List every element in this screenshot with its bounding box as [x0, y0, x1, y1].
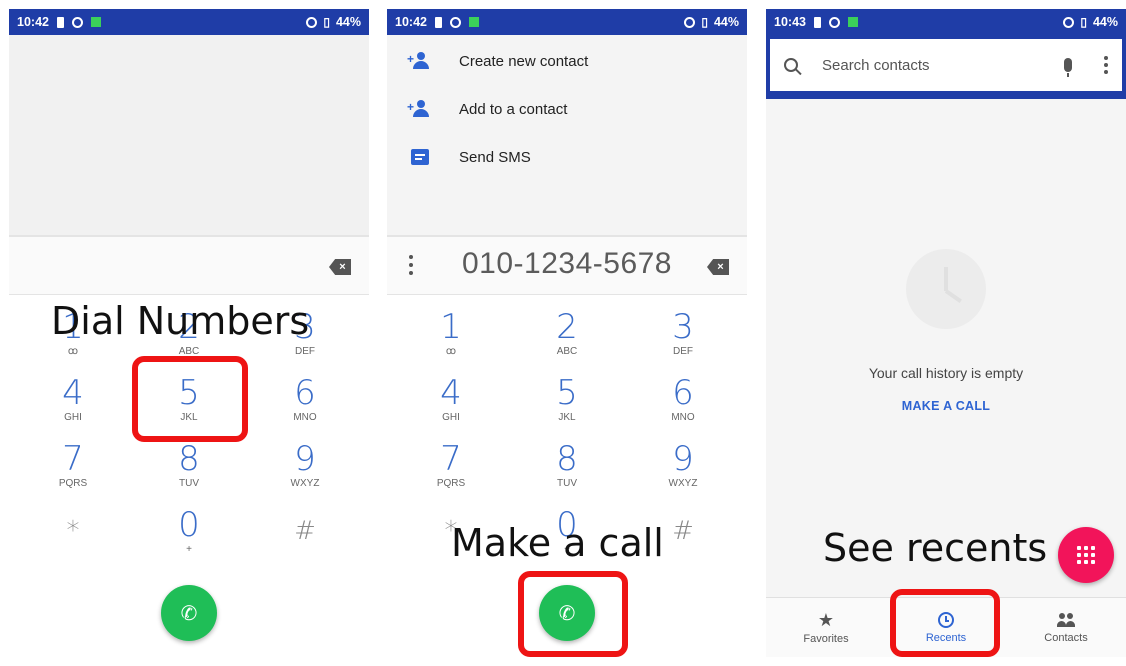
- battery-level: 44%: [713, 15, 739, 29]
- digits-row: 010-1234-5678 ×: [387, 235, 747, 295]
- search-input[interactable]: [822, 56, 1064, 74]
- key-4[interactable]: 4 GHI: [401, 375, 501, 435]
- notification-icon: [847, 17, 858, 27]
- key-4[interactable]: 4 GHI: [23, 375, 123, 435]
- battery-level: 44%: [1092, 15, 1118, 29]
- sync-icon: [71, 16, 83, 28]
- digits-row: ×: [9, 235, 369, 295]
- key-star[interactable]: *: [23, 513, 123, 573]
- status-time: 10:43: [774, 15, 806, 29]
- nav-contacts[interactable]: Contacts: [1006, 598, 1126, 657]
- key-7[interactable]: 7 PQRS: [23, 441, 123, 501]
- more-icon[interactable]: [1104, 56, 1108, 74]
- highlight-box: [518, 571, 628, 657]
- key-9[interactable]: 9 WXYZ: [255, 441, 355, 501]
- battery-icon: ▯: [701, 15, 708, 29]
- nav-favorites[interactable]: ★ Favorites: [766, 598, 886, 657]
- person-add-icon: +: [407, 100, 431, 118]
- sim-icon: [813, 16, 821, 28]
- status-bar: 10:42 ▯ 44%: [387, 9, 747, 35]
- status-time: 10:42: [395, 15, 427, 29]
- wifi-icon: [684, 16, 696, 28]
- key-3[interactable]: 3 DEF: [633, 309, 733, 369]
- key-1[interactable]: 1ꝏ: [401, 309, 501, 369]
- menu-add-to-contact[interactable]: + Add to a contact: [387, 85, 747, 133]
- wifi-icon: [306, 16, 318, 28]
- key-hash[interactable]: #: [255, 513, 355, 573]
- status-bar: 10:43 ▯ 44%: [766, 9, 1126, 35]
- people-icon: [1056, 612, 1076, 628]
- suggestion-area: [9, 35, 369, 235]
- key-6[interactable]: 6 MNO: [255, 375, 355, 435]
- wifi-icon: [1063, 16, 1075, 28]
- key-8[interactable]: 8 TUV: [517, 441, 617, 501]
- key-0[interactable]: 0 +: [139, 507, 239, 567]
- battery-level: 44%: [335, 15, 361, 29]
- clock-icon: [906, 249, 986, 329]
- key-8[interactable]: 8 TUV: [139, 441, 239, 501]
- key-5[interactable]: 5 JKL: [517, 375, 617, 435]
- recents-list: Your call history is empty MAKE A CALL: [766, 99, 1126, 597]
- battery-icon: ▯: [323, 15, 330, 29]
- battery-icon: ▯: [1080, 15, 1087, 29]
- overlay-caption: Make a call: [451, 521, 664, 565]
- overlay-caption: See recents: [823, 526, 1048, 570]
- sim-icon: [434, 16, 442, 28]
- search-icon[interactable]: [784, 58, 798, 72]
- key-2[interactable]: 2 ABC: [517, 309, 617, 369]
- star-icon: ★: [817, 609, 835, 630]
- phone-dialer-empty: 10:42 ▯ 44% × 1ꝏ 2 ABC 3 DEF 4 GHI 5 JKL 6 MN…: [9, 9, 369, 657]
- status-bar: 10:42 ▯ 44%: [9, 9, 369, 35]
- mic-icon[interactable]: [1064, 58, 1072, 77]
- divider: [9, 294, 369, 295]
- phone-recents: 10:43 ▯ 44% Your call history is empty: [766, 9, 1126, 657]
- notification-icon: [90, 17, 101, 27]
- call-button[interactable]: ✆: [161, 585, 217, 641]
- backspace-icon[interactable]: ×: [329, 259, 351, 275]
- empty-state-text: Your call history is empty: [868, 365, 1024, 381]
- search-container: [766, 35, 1126, 99]
- sync-icon: [449, 16, 461, 28]
- divider: [387, 294, 747, 295]
- phone-icon: ✆: [180, 602, 198, 625]
- notification-icon: [468, 17, 479, 27]
- overlay-caption: Dial Numbers: [51, 299, 310, 343]
- person-add-icon: +: [407, 52, 431, 70]
- sync-icon: [828, 16, 840, 28]
- sms-icon: [411, 149, 429, 165]
- key-6[interactable]: 6 MNO: [633, 375, 733, 435]
- make-call-link[interactable]: MAKE A CALL: [766, 399, 1126, 413]
- highlight-box: [132, 356, 248, 442]
- menu-send-sms[interactable]: Send SMS: [387, 133, 747, 181]
- number-display[interactable]: 010-1234-5678: [387, 247, 747, 281]
- status-time: 10:42: [17, 15, 49, 29]
- menu-create-contact[interactable]: + Create new contact: [387, 37, 747, 85]
- sim-icon: [56, 16, 64, 28]
- voicemail-icon: ꝏ: [445, 346, 457, 357]
- highlight-box: [890, 589, 1000, 657]
- dialpad-icon[interactable]: [1058, 527, 1114, 583]
- phone-dialer-number: 10:42 ▯ 44% + Create new contact + Add t…: [387, 9, 747, 657]
- key-9[interactable]: 9 WXYZ: [633, 441, 733, 501]
- voicemail-icon: ꝏ: [67, 346, 79, 357]
- key-7[interactable]: 7 PQRS: [401, 441, 501, 501]
- search-bar[interactable]: [770, 39, 1122, 91]
- tutorial-collage: 10:42 ▯ 44% × 1ꝏ 2 ABC 3 DEF 4 GHI 5 JKL 6 MN…: [0, 0, 1126, 666]
